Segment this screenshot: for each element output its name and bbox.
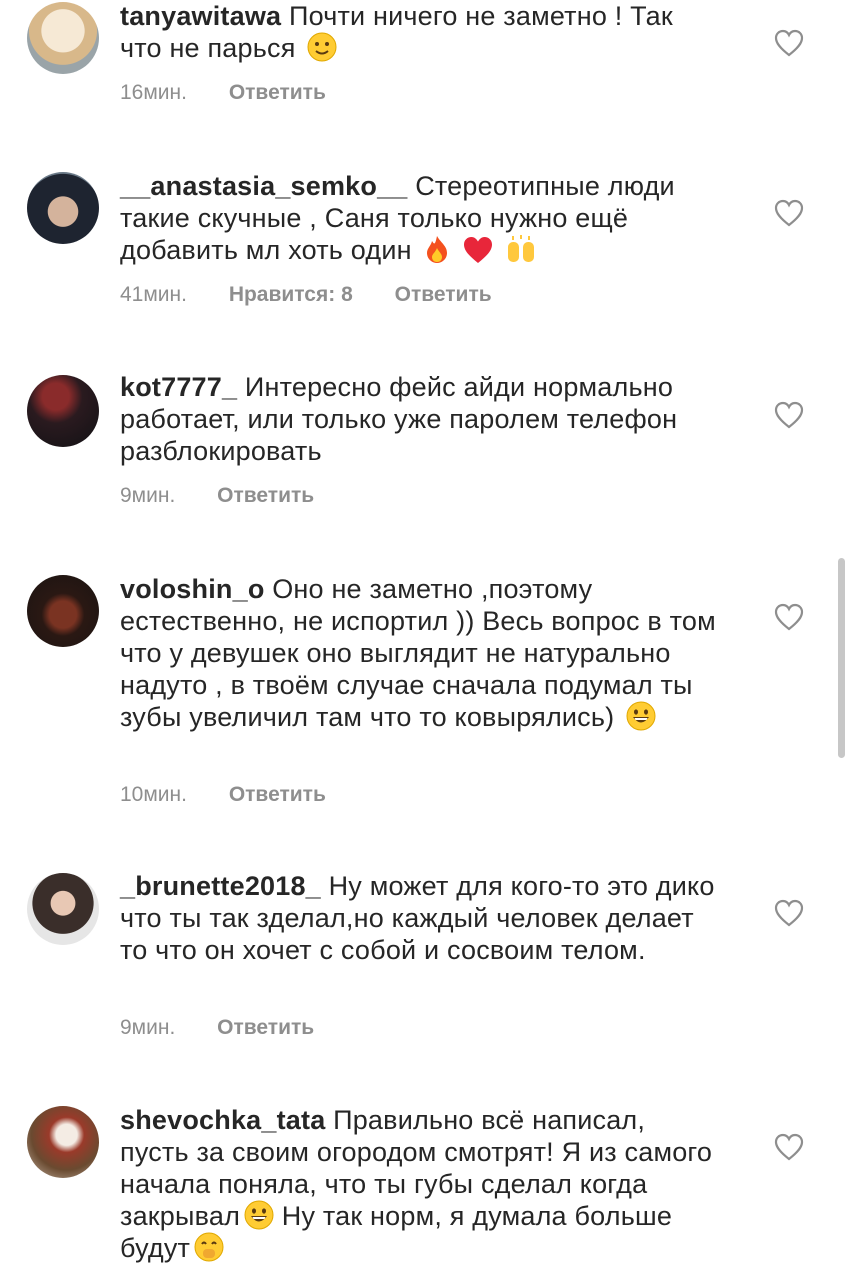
comment-username[interactable]: kot7777_: [120, 372, 237, 402]
face-with-hand-over-mouth-icon: [194, 1232, 224, 1262]
reply-button[interactable]: Ответить: [217, 1016, 314, 1039]
comment-username[interactable]: _brunette2018_: [120, 871, 321, 901]
comment-username[interactable]: __anastasia_semko__: [120, 171, 408, 201]
fire-icon: [427, 236, 448, 263]
reply-button[interactable]: Ответить: [395, 283, 492, 306]
grinning-face-icon: [626, 701, 656, 731]
comment-time: 16мин.: [120, 81, 187, 104]
like-heart-icon[interactable]: [774, 603, 804, 631]
like-heart-icon[interactable]: [774, 199, 804, 227]
scrollbar[interactable]: [838, 558, 845, 758]
likes-count[interactable]: Нравится: 8: [229, 283, 353, 306]
like-heart-icon[interactable]: [774, 899, 804, 927]
comment-time: 9мин.: [120, 484, 176, 507]
reply-button[interactable]: Ответить: [229, 783, 326, 806]
comment-time: 10мин.: [120, 783, 187, 806]
like-heart-icon[interactable]: [774, 1133, 804, 1161]
like-heart-icon[interactable]: [774, 29, 804, 57]
avatar[interactable]: [27, 172, 99, 244]
avatar[interactable]: [27, 575, 99, 647]
avatar[interactable]: [27, 375, 99, 447]
like-heart-icon[interactable]: [774, 401, 804, 429]
comment-username[interactable]: shevochka_tata: [120, 1105, 325, 1135]
comment-username[interactable]: tanyawitawa: [120, 1, 281, 31]
avatar[interactable]: [27, 1106, 99, 1178]
reply-button[interactable]: Ответить: [229, 81, 326, 104]
red-heart-icon: [464, 237, 493, 263]
comment-time: 41мин.: [120, 283, 187, 306]
comment-username[interactable]: voloshin_o: [120, 574, 265, 604]
avatar[interactable]: [27, 873, 99, 945]
grinning-face-icon: [244, 1200, 274, 1230]
reply-button[interactable]: Ответить: [217, 484, 314, 507]
comment-time: 9мин.: [120, 1016, 176, 1039]
raising-hands-icon: [507, 235, 534, 262]
avatar[interactable]: [27, 2, 99, 74]
slightly-smiling-face-icon: [307, 32, 337, 62]
